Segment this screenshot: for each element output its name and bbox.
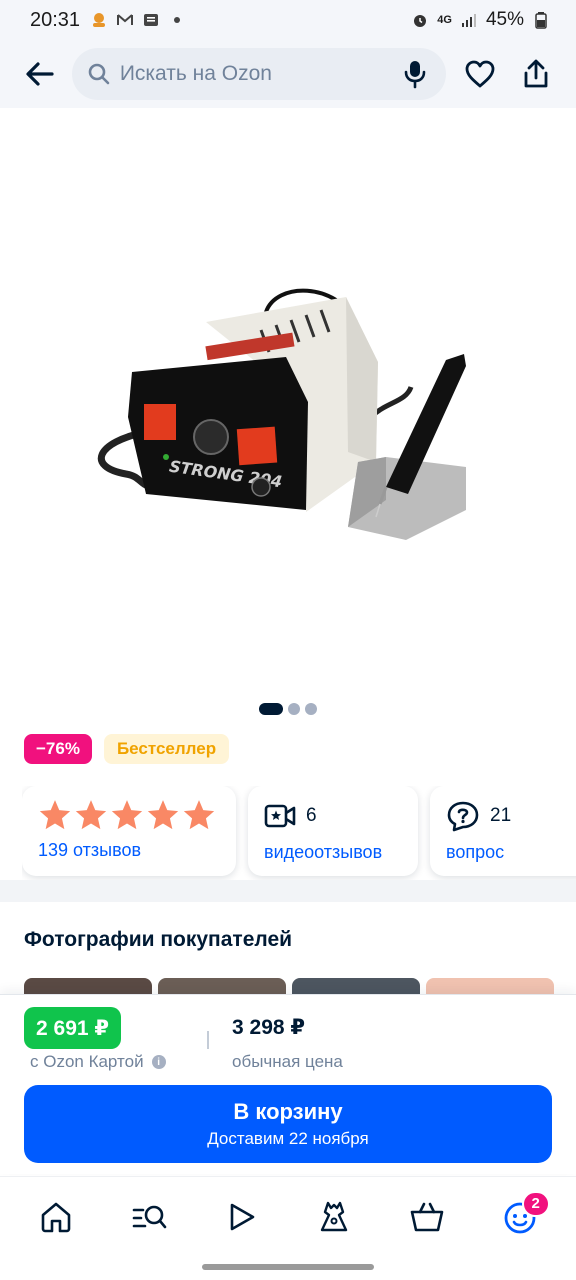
home-indicator[interactable] [202, 1264, 374, 1270]
nav-video[interactable] [214, 1189, 270, 1245]
info-cards: 139 отзывов 6 видеоотзывов 21 вопрос [22, 786, 576, 880]
star-icon [111, 800, 143, 830]
bestseller-badge: Бестселлер [103, 734, 230, 764]
section-divider [0, 880, 576, 902]
discount-badge: −76% [24, 734, 92, 764]
share-icon [524, 59, 548, 88]
video-play-icon [230, 1203, 254, 1230]
add-to-cart-button[interactable]: В корзину Доставим 22 ноября [24, 1085, 552, 1163]
status-bar: 20:31 4G 45% [0, 0, 576, 40]
video-reviews-card[interactable]: 6 видеоотзывов [248, 786, 418, 876]
reviews-card[interactable]: 139 отзывов [22, 786, 236, 876]
battery-percent: 45% [485, 9, 524, 30]
status-time: 20:31 [30, 8, 81, 31]
video-review-icon [264, 804, 296, 828]
add-to-cart-label: В корзину [233, 1099, 343, 1124]
top-bar: Искать на Ozon [0, 40, 576, 108]
video-reviews-count: 6 [306, 805, 317, 826]
delivery-date: Доставим 22 ноября [207, 1129, 369, 1148]
share-button[interactable] [514, 52, 558, 96]
star-icon [39, 800, 71, 830]
nav-profile[interactable]: 2 [492, 1189, 550, 1245]
fresh-dress-icon [321, 1201, 348, 1231]
bottom-nav: 2 [0, 1176, 576, 1256]
home-icon [42, 1202, 71, 1232]
star-icon [183, 800, 215, 830]
gallery-dot-active[interactable] [259, 703, 283, 715]
network-type: 4G [437, 14, 452, 26]
app-notification-icon [93, 13, 106, 27]
questions-link[interactable]: вопрос [446, 842, 574, 863]
star-icon [75, 800, 107, 830]
nav-fresh[interactable] [306, 1189, 362, 1245]
search-catalog-icon [132, 1205, 167, 1228]
product-badges: −76% Бестселлер [24, 734, 230, 764]
rating-stars [38, 798, 220, 832]
ozon-card-price-label: с Ozon Картой i [30, 1052, 166, 1072]
search-placeholder: Искать на Ozon [119, 62, 272, 85]
search-icon [88, 63, 110, 85]
more-notifications-icon [174, 17, 181, 23]
gallery-dot[interactable] [305, 703, 317, 715]
video-reviews-link[interactable]: видеоотзывов [264, 842, 402, 863]
nav-catalog[interactable] [121, 1189, 177, 1245]
info-icon[interactable]: i [151, 1055, 166, 1069]
gallery-dot[interactable] [288, 703, 300, 715]
search-input[interactable]: Искать на Ozon [71, 48, 447, 100]
favorite-button[interactable] [458, 52, 502, 96]
nav-home[interactable] [28, 1189, 84, 1245]
profile-badge: 2 [521, 1190, 550, 1217]
arrow-left-icon [26, 62, 54, 86]
battery-icon [535, 12, 547, 29]
nav-cart[interactable] [399, 1189, 455, 1245]
heart-icon [465, 60, 495, 88]
back-button[interactable] [18, 52, 62, 96]
cart-icon [410, 1202, 444, 1231]
price-divider [207, 1031, 209, 1049]
regular-price-label: обычная цена [232, 1052, 343, 1071]
signal-icon [461, 14, 476, 27]
reviews-link[interactable]: 139 отзывов [38, 840, 220, 861]
product-image[interactable]: STRONG 204 [86, 252, 492, 552]
mail-icon [117, 14, 134, 25]
alarm-icon [414, 15, 427, 27]
gallery-pagination[interactable] [0, 703, 576, 715]
star-icon [147, 800, 179, 830]
price-panel: 2 691 ₽ с Ozon Картой i 3 298 ₽ обычная … [0, 994, 576, 1174]
microphone-icon [405, 61, 426, 89]
questions-count: 21 [490, 805, 512, 826]
regular-price: 3 298 ₽ [232, 1016, 305, 1039]
ozon-card-label-text: с Ozon Картой [30, 1052, 144, 1071]
question-bubble-icon [447, 801, 479, 832]
ozon-card-price[interactable]: 2 691 ₽ [24, 1007, 121, 1049]
customer-photos-title: Фотографии покупателей [24, 928, 293, 951]
questions-card[interactable]: 21 вопрос [430, 786, 576, 876]
voice-search-button[interactable] [400, 59, 430, 89]
news-icon [144, 14, 159, 26]
